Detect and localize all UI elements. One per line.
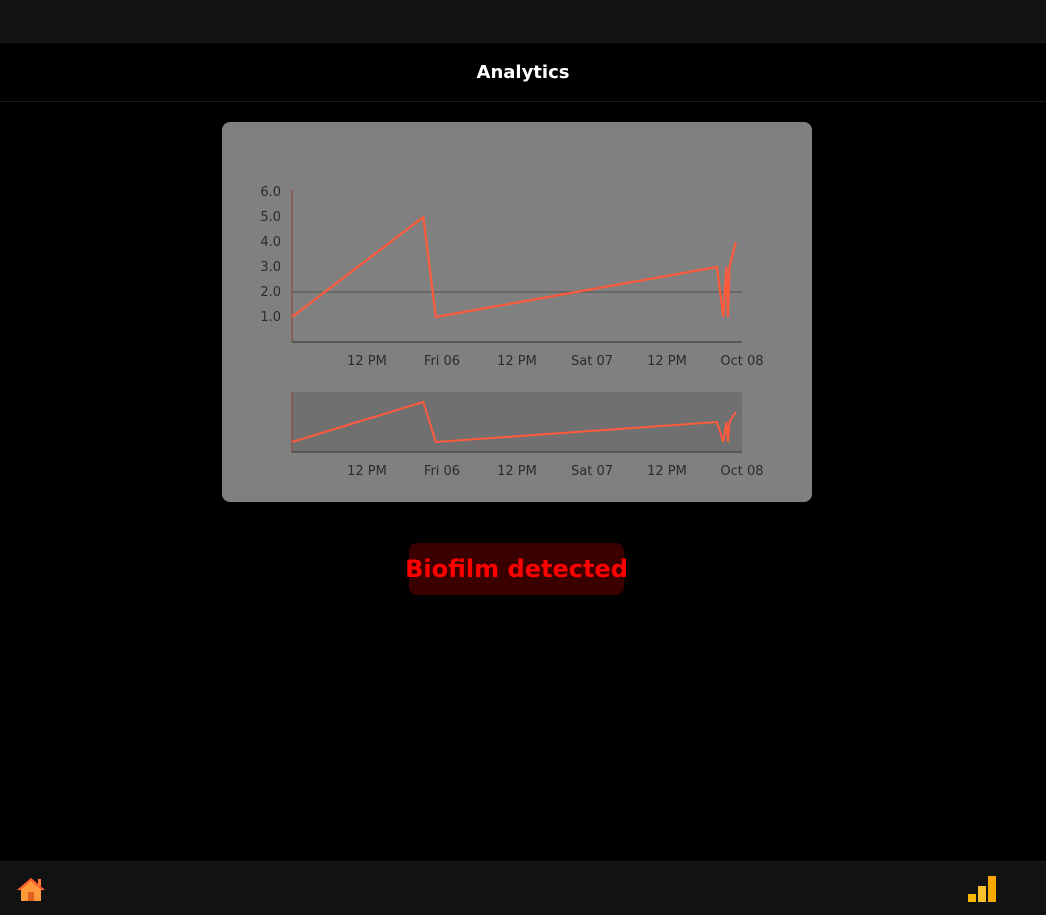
- x-tick-label: Sat 07: [571, 354, 613, 369]
- y-tick-label: 5.0: [260, 210, 281, 225]
- x-tick-label: Fri 06: [424, 354, 460, 369]
- biofilm-alert-badge: Biofilm detected: [405, 543, 628, 595]
- navigator-x-tick-label: Sat 07: [571, 464, 613, 479]
- alert-text: Biofilm detected: [405, 555, 628, 583]
- navigator-x-tick-label: 12 PM: [497, 464, 537, 479]
- y-tick-label: 6.0: [260, 185, 281, 200]
- page-header: Analytics: [0, 43, 1046, 102]
- line-chart[interactable]: 1.0 2.0 3.0 4.0 5.0 6.0 12 PM Fri 06 12 PM Sat 07…: [222, 122, 812, 502]
- home-button[interactable]: [14, 874, 48, 904]
- x-tick-label: Oct 08: [720, 354, 763, 369]
- navigator-x-tick-label: 12 PM: [347, 464, 387, 479]
- page-title: Analytics: [476, 61, 570, 83]
- navigator-x-tick-label: Fri 06: [424, 464, 460, 479]
- y-tick-label: 2.0: [260, 285, 281, 300]
- x-tick-label: 12 PM: [497, 354, 537, 369]
- bottom-nav-bar: [0, 861, 1046, 915]
- y-tick-label: 3.0: [260, 260, 281, 275]
- y-tick-label: 4.0: [260, 235, 281, 250]
- top-status-bar: [0, 0, 1046, 43]
- chart-card: 1.0 2.0 3.0 4.0 5.0 6.0 12 PM Fri 06 12 PM Sat 07…: [222, 122, 812, 502]
- bar-chart-icon: [968, 876, 996, 902]
- x-tick-label: 12 PM: [647, 354, 687, 369]
- x-tick-label: 12 PM: [347, 354, 387, 369]
- navigator-x-tick-label: Oct 08: [720, 464, 763, 479]
- series-line: [291, 214, 737, 319]
- analytics-button[interactable]: [964, 872, 1000, 906]
- y-tick-label: 1.0: [260, 310, 281, 325]
- navigator-x-tick-label: 12 PM: [647, 464, 687, 479]
- home-icon: [17, 878, 45, 901]
